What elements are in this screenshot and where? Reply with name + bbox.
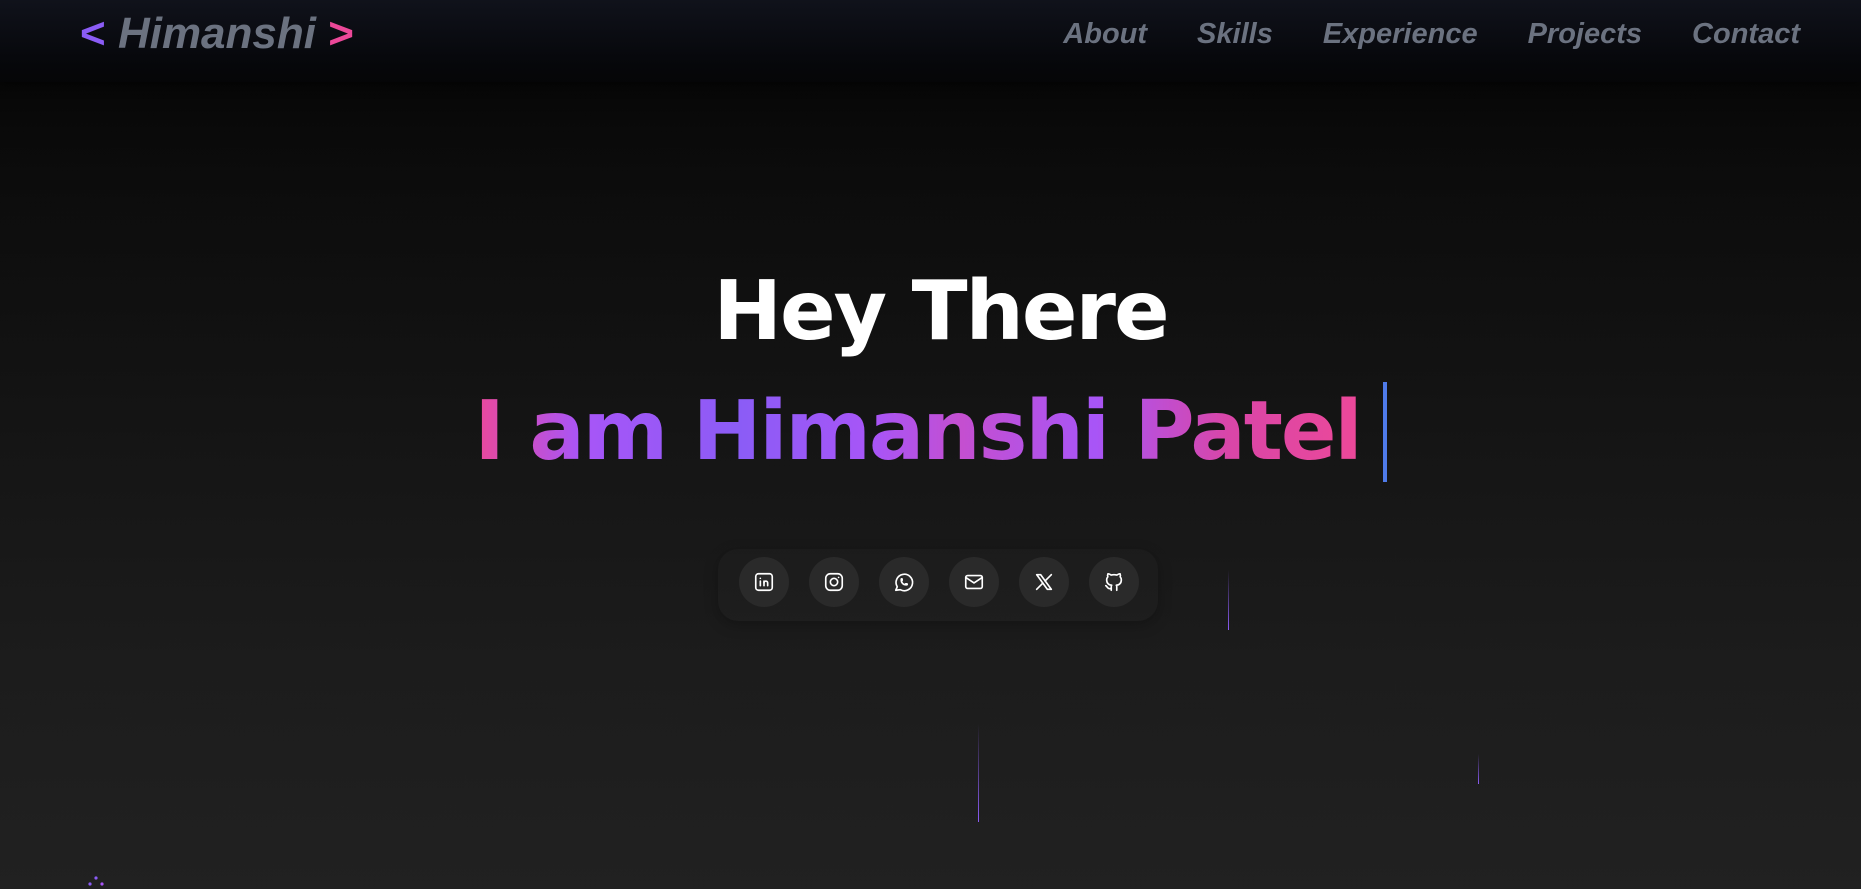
email-button[interactable] [949,557,999,607]
x-icon [1035,573,1053,591]
linkedin-icon [754,572,774,592]
light-streak [978,724,979,822]
instagram-button[interactable] [809,557,859,607]
mail-icon [964,574,984,590]
whatsapp-icon [894,573,914,592]
navbar: < Himanshi > About Skills Experience Pro… [0,0,1861,82]
nav-links: About Skills Experience Projects Contact [1063,16,1800,52]
nav-link-about[interactable]: About [1063,16,1147,52]
light-streak [1478,754,1479,784]
nav-link-projects[interactable]: Projects [1528,16,1642,52]
linkedin-button[interactable] [739,557,789,607]
whatsapp-button[interactable] [879,557,929,607]
github-icon [1104,572,1123,592]
light-streak [1228,570,1229,630]
social-bar [718,549,1158,621]
nav-link-experience[interactable]: Experience [1323,16,1478,52]
x-button[interactable] [1019,557,1069,607]
github-button[interactable] [1089,557,1139,607]
hero-intro: I am Himanshi Patel [474,380,1362,484]
logo-name: Himanshi [117,9,316,58]
typing-caret [1382,382,1387,482]
hero-greeting: Hey There [713,264,1169,359]
nav-link-skills[interactable]: Skills [1197,16,1273,52]
loader-dots-icon [88,876,104,886]
nav-link-contact[interactable]: Contact [1692,16,1800,52]
hero-name-row: I am Himanshi Patel [0,380,1861,484]
logo-open-bracket: < [80,9,106,58]
instagram-icon [824,572,844,592]
logo-close-bracket: > [328,9,354,58]
logo[interactable]: < Himanshi > [80,8,354,60]
